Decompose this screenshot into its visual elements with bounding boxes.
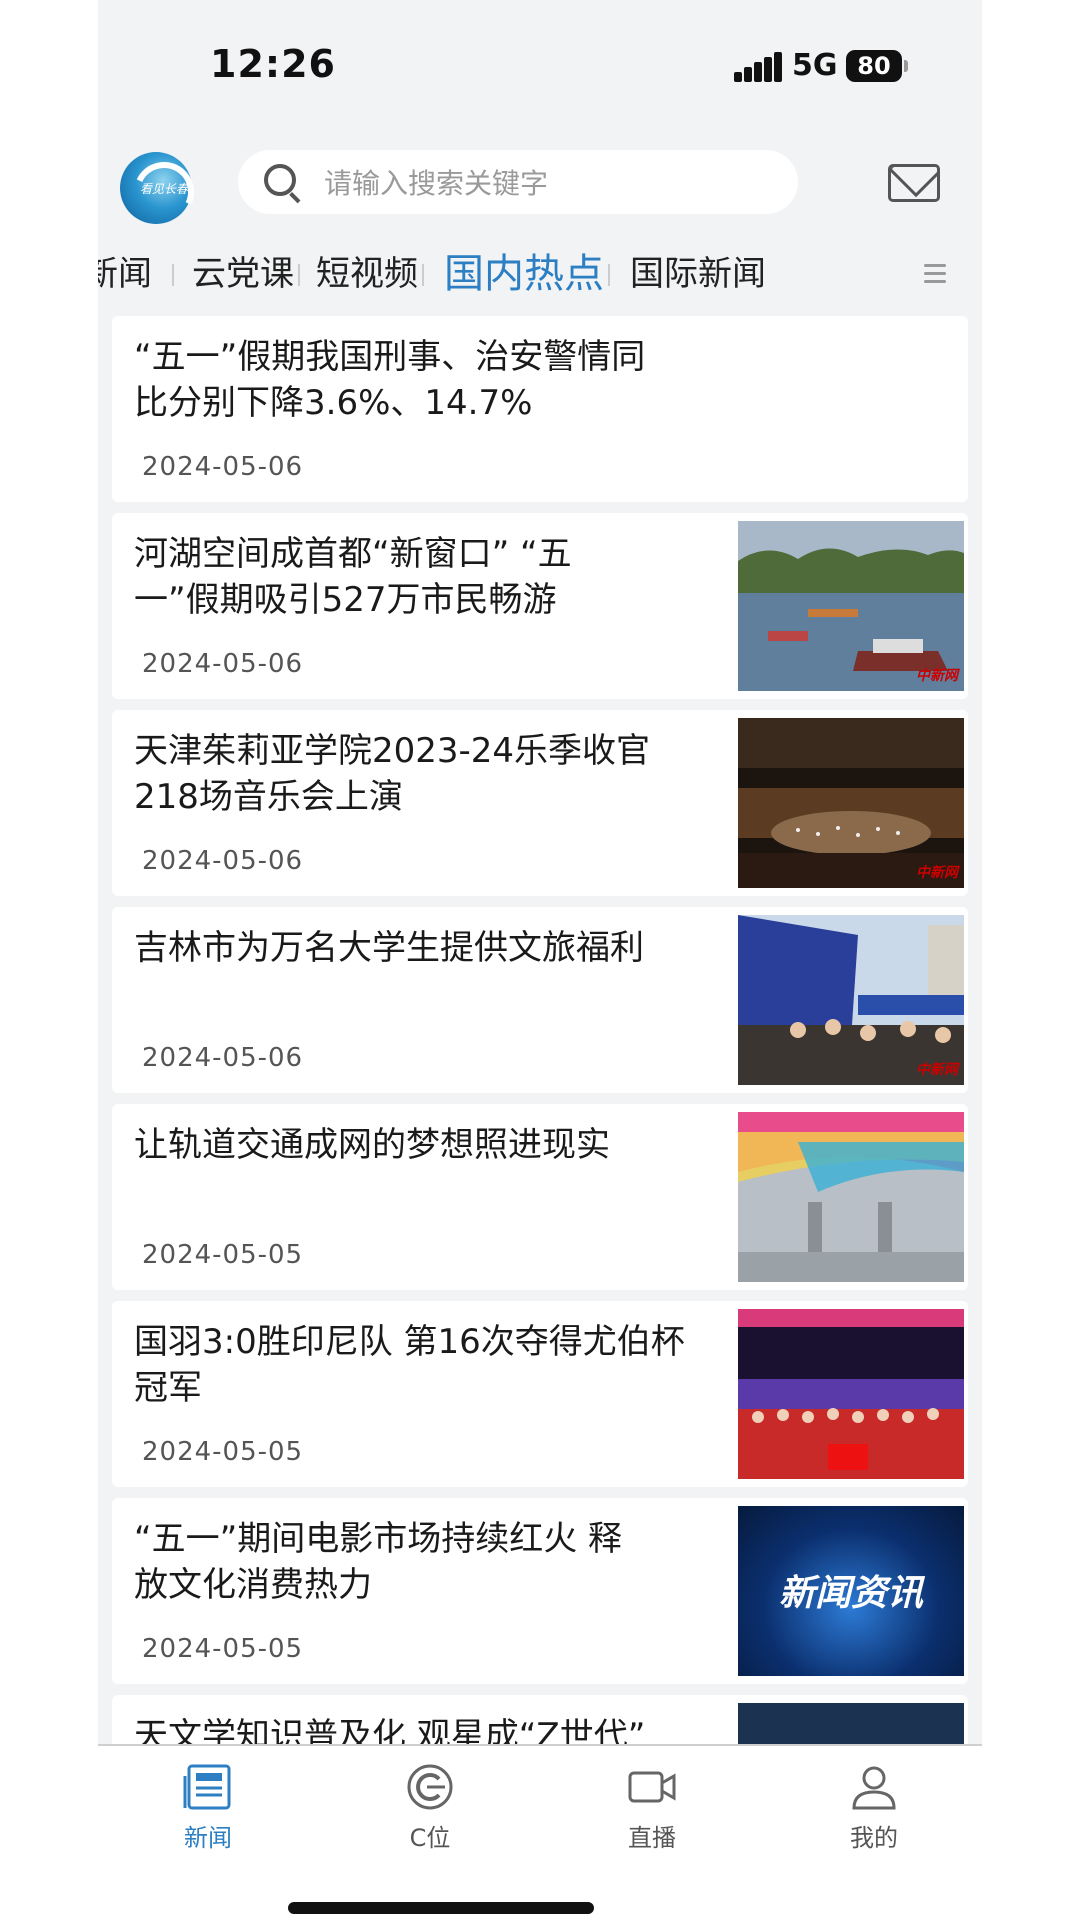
article-list[interactable]: “五一”假期我国刑事、治安警情同 比分别下降3.6%、14.7% 2024-05… — [112, 316, 968, 1744]
article-date: 2024-05-06 — [142, 452, 304, 482]
article-title-line: 天津茱莉亚学院2023-24乐季收官 — [134, 731, 651, 771]
tab-divider — [608, 264, 610, 286]
nav-mine[interactable]: 我的 — [814, 1762, 934, 1853]
tab-divider — [172, 264, 174, 286]
article-title-line: 河湖空间成首都“新窗口” “五 — [134, 534, 572, 574]
article-item[interactable]: 天文学知识普及化 观星成“Z世代” — [112, 1695, 968, 1744]
team-photo — [738, 1309, 964, 1479]
battery-icon: 80 — [846, 50, 902, 82]
article-title: 让轨道交通成网的梦想照进现实 — [134, 1122, 610, 1168]
article-item[interactable]: 国羽3:0胜印尼队 第16次夺得尤伯杯 冠军 2024-05-05 — [112, 1301, 968, 1487]
article-thumbnail: 中新网 — [738, 521, 964, 691]
network-type: 5G — [792, 48, 838, 83]
nav-c-position[interactable]: C位 — [370, 1762, 490, 1853]
video-camera-icon — [628, 1771, 676, 1803]
article-date: 2024-05-06 — [142, 846, 304, 876]
article-title: 天津茱莉亚学院2023-24乐季收官 218场音乐会上演 — [134, 728, 650, 820]
watermark: 中新网 — [916, 1062, 958, 1078]
status-bar: 12:26 5G 80 — [98, 0, 982, 120]
app-screen: 12:26 5G 80 看见长春 新闻 云党课 短视频 国内热点 国际新闻 “五… — [98, 0, 982, 1920]
article-item[interactable]: “五一”假期我国刑事、治安警情同 比分别下降3.6%、14.7% 2024-05… — [112, 316, 968, 502]
article-title-line: 国羽3:0胜印尼队 第16次夺得尤伯杯 — [134, 1322, 685, 1362]
home-indicator[interactable] — [288, 1902, 594, 1914]
search-icon[interactable] — [264, 164, 296, 196]
article-date: 2024-05-06 — [142, 649, 304, 679]
article-thumbnail: 新闻资讯 — [738, 1506, 964, 1676]
app-logo[interactable]: 看见长春 — [120, 152, 203, 231]
tab-short-video[interactable]: 短视频 — [316, 244, 418, 304]
starry-sky-photo — [738, 1703, 964, 1744]
article-title-line: 冠军 — [134, 1368, 202, 1408]
search-input[interactable] — [322, 158, 766, 208]
article-date: 2024-05-05 — [142, 1634, 304, 1664]
article-title: “五一”假期我国刑事、治安警情同 比分别下降3.6%、14.7% — [134, 334, 645, 426]
article-item[interactable]: “五一”期间电影市场持续红火 释 放文化消费热力 2024-05-05 新闻资讯 — [112, 1498, 968, 1684]
article-thumbnail — [738, 1112, 964, 1282]
c-position-icon — [407, 1764, 453, 1810]
watermark: 中新网 — [916, 668, 958, 684]
tab-divider — [422, 264, 424, 286]
bottom-nav: 新闻 C位 直播 我的 — [98, 1744, 982, 1920]
article-date: 2024-05-06 — [142, 1043, 304, 1073]
mail-icon[interactable] — [888, 164, 940, 202]
signal-icon — [734, 52, 782, 82]
tab-international-news[interactable]: 国际新闻 — [630, 244, 766, 304]
watermark: 中新网 — [916, 865, 958, 881]
logo-text: 看见长春 — [140, 182, 189, 196]
article-title-line: “五一”假期我国刑事、治安警情同 — [134, 337, 646, 377]
status-time: 12:26 — [210, 42, 336, 86]
channel-menu-icon[interactable] — [924, 264, 946, 284]
article-thumbnail — [738, 1309, 964, 1479]
article-title: 天文学知识普及化 观星成“Z世代” — [134, 1713, 645, 1744]
tab-cloud-party-class[interactable]: 云党课 — [192, 244, 294, 304]
article-title-line: 218场音乐会上演 — [134, 777, 403, 817]
article-thumbnail: 中新网 — [738, 915, 964, 1085]
news-brand-graphic: 新闻资讯 — [738, 1506, 964, 1676]
tab-divider — [298, 264, 300, 286]
news-brand-text: 新闻资讯 — [778, 1573, 923, 1614]
article-title: 河湖空间成首都“新窗口” “五 一”假期吸引527万市民畅游 — [134, 531, 572, 623]
article-date: 2024-05-05 — [142, 1437, 304, 1467]
article-thumbnail: 中新网 — [738, 718, 964, 888]
article-title-line: 让轨道交通成网的梦想照进现实 — [134, 1125, 610, 1165]
article-title-line: 一”假期吸引527万市民畅游 — [134, 580, 557, 620]
article-title: “五一”期间电影市场持续红火 释 放文化消费热力 — [134, 1516, 622, 1608]
article-title-line: 放文化消费热力 — [134, 1565, 372, 1605]
article-item[interactable]: 吉林市为万名大学生提供文旅福利 2024-05-06 中新网 — [112, 907, 968, 1093]
nav-live-label: 直播 — [628, 1824, 676, 1852]
article-title: 国羽3:0胜印尼队 第16次夺得尤伯杯 冠军 — [134, 1319, 685, 1411]
nav-c-position-label: C位 — [409, 1824, 451, 1852]
article-title-line: “五一”期间电影市场持续红火 释 — [134, 1519, 623, 1559]
nav-news[interactable]: 新闻 — [148, 1762, 268, 1853]
search-bar[interactable] — [238, 150, 798, 214]
article-item[interactable]: 天津茱莉亚学院2023-24乐季收官 218场音乐会上演 2024-05-06 … — [112, 710, 968, 896]
metro-station-photo — [738, 1112, 964, 1282]
article-thumbnail — [738, 1703, 964, 1744]
person-icon — [852, 1766, 896, 1810]
nav-news-label: 新闻 — [184, 1824, 232, 1852]
article-title: 吉林市为万名大学生提供文旅福利 — [134, 925, 644, 971]
battery-tip — [904, 60, 908, 72]
article-title-line: 比分别下降3.6%、14.7% — [134, 383, 533, 423]
article-item[interactable]: 让轨道交通成网的梦想照进现实 2024-05-05 — [112, 1104, 968, 1290]
nav-mine-label: 我的 — [850, 1824, 898, 1852]
newspaper-icon — [183, 1764, 231, 1810]
article-title-line: 吉林市为万名大学生提供文旅福利 — [134, 928, 644, 968]
article-title-line: 天文学知识普及化 观星成“Z世代” — [134, 1716, 646, 1744]
nav-live[interactable]: 直播 — [592, 1762, 712, 1853]
channel-tabs: 新闻 云党课 短视频 国内热点 国际新闻 — [98, 244, 982, 304]
tab-domestic-hot[interactable]: 国内热点 — [444, 244, 604, 304]
tab-news[interactable]: 新闻 — [98, 244, 152, 304]
article-item[interactable]: 河湖空间成首都“新窗口” “五 一”假期吸引527万市民畅游 2024-05-0… — [112, 513, 968, 699]
article-date: 2024-05-05 — [142, 1240, 304, 1270]
